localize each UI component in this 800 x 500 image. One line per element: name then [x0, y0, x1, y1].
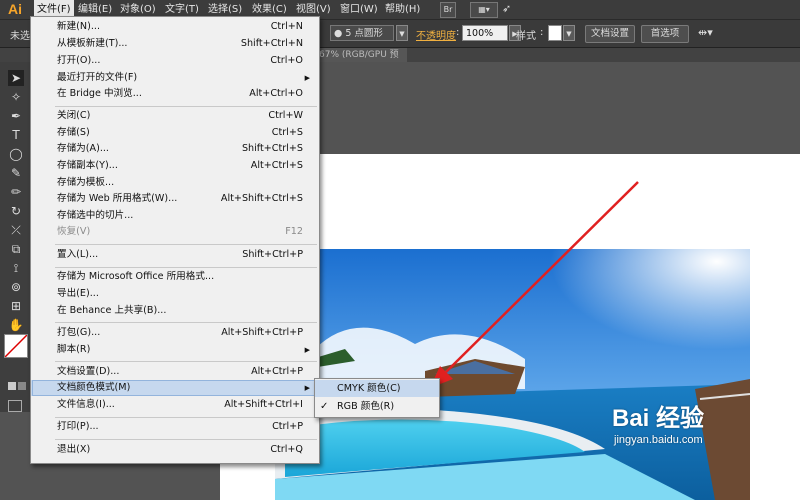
submenu-arrow-icon: ▶: [304, 384, 310, 392]
menu-item-document-color-mode[interactable]: 文档颜色模式(M) ▶: [31, 380, 319, 396]
submenu-item-label: RGB 颜色(R): [337, 401, 395, 412]
color-mode-submenu: CMYK 颜色(C) ✓ RGB 颜色(R): [314, 378, 440, 418]
menu-item-save-template[interactable]: 存储为模板...: [31, 175, 319, 191]
menu-item-label: 打印(P)...: [57, 421, 99, 432]
menu-item-label: 存储副本(Y)...: [57, 160, 118, 171]
menu-item-shortcut: Ctrl+Q: [270, 444, 303, 455]
menu-item-label: 文件信息(I)...: [57, 399, 115, 410]
submenu-arrow-icon: ▶: [304, 74, 310, 82]
submenu-arrow-icon: ▶: [304, 346, 310, 354]
menu-item-shortcut: Alt+Ctrl+P: [251, 366, 303, 377]
menu-item-export[interactable]: 导出(E)...: [31, 286, 319, 302]
menu-item-save-for-web[interactable]: 存储为 Web 所用格式(W)... Alt+Shift+Ctrl+S: [31, 191, 319, 207]
menu-item-shortcut: Ctrl+S: [271, 127, 303, 138]
menu-item-label: 文档颜色模式(M): [57, 382, 131, 393]
menu-item-share-behance[interactable]: 在 Behance 上共享(B)...: [31, 303, 319, 319]
menu-item-document-setup[interactable]: 文档设置(D)... Alt+Ctrl+P: [31, 364, 319, 380]
menu-separator: [55, 244, 317, 245]
menu-item-label: 置入(L)...: [57, 249, 99, 260]
menu-item-save[interactable]: 存储(S) Ctrl+S: [31, 125, 319, 141]
submenu-item-cmyk[interactable]: CMYK 颜色(C): [315, 380, 439, 397]
menu-item-label: 存储为 Microsoft Office 所用格式...: [57, 271, 215, 282]
menu-separator: [55, 267, 317, 268]
menu-item-shortcut: Ctrl+N: [270, 21, 303, 32]
menu-item-label: 脚本(R): [57, 344, 91, 355]
menu-item-label: 在 Behance 上共享(B)...: [57, 305, 167, 316]
menu-item-label: 打包(G)...: [57, 327, 101, 338]
menu-item-shortcut: Alt+Ctrl+O: [249, 88, 303, 99]
menu-item-label: 新建(N)...: [57, 21, 100, 32]
menu-item-shortcut: Shift+Ctrl+S: [241, 143, 303, 154]
submenu-item-label: CMYK 颜色(C): [337, 383, 401, 394]
menu-item-save-office[interactable]: 存储为 Microsoft Office 所用格式...: [31, 269, 319, 285]
submenu-item-rgb[interactable]: ✓ RGB 颜色(R): [315, 398, 439, 415]
menu-item-label: 存储为模板...: [57, 177, 115, 188]
menu-item-label: 从模板新建(T)...: [57, 38, 128, 49]
menu-item-shortcut: Shift+Ctrl+P: [242, 249, 303, 260]
watermark-brand: Bai 经验: [612, 405, 705, 432]
menu-item-shortcut: Alt+Shift+Ctrl+P: [221, 327, 303, 338]
file-menu: 新建(N)... Ctrl+N 从模板新建(T)... Shift+Ctrl+N 打…: [30, 16, 320, 464]
menu-item-label: 最近打开的文件(F): [57, 72, 138, 83]
menu-item-label: 存储选中的切片...: [57, 210, 134, 221]
menu-item-label: 打开(O)...: [57, 55, 101, 66]
menu-item-save-copy[interactable]: 存储副本(Y)... Alt+Ctrl+S: [31, 158, 319, 174]
menu-item-revert: 恢复(V) F12: [31, 224, 319, 240]
menu-item-save-slices[interactable]: 存储选中的切片...: [31, 208, 319, 224]
menu-item-label: 存储为(A)...: [57, 143, 109, 154]
menu-item-label: 存储为 Web 所用格式(W)...: [57, 193, 178, 204]
menu-item-shortcut: F12: [285, 226, 303, 237]
menu-item-open[interactable]: 打开(O)... Ctrl+O: [31, 53, 319, 69]
menu-item-label: 退出(X): [57, 444, 91, 455]
menu-item-label: 文档设置(D)...: [57, 366, 120, 377]
menu-item-print[interactable]: 打印(P)... Ctrl+P: [31, 419, 319, 435]
menu-item-new[interactable]: 新建(N)... Ctrl+N: [31, 19, 319, 35]
menu-item-label: 在 Bridge 中浏览...: [57, 88, 142, 99]
menu-item-place[interactable]: 置入(L)... Shift+Ctrl+P: [31, 247, 319, 263]
checkmark-icon: ✓: [320, 401, 329, 412]
menu-item-shortcut: Ctrl+W: [268, 110, 303, 121]
menu-item-scripts[interactable]: 脚本(R) ▶: [31, 342, 319, 358]
menu-item-shortcut: Shift+Ctrl+N: [240, 38, 303, 49]
menu-item-shortcut: Alt+Shift+Ctrl+S: [220, 193, 303, 204]
menu-item-shortcut: Ctrl+O: [270, 55, 303, 66]
menu-item-new-from-template[interactable]: 从模板新建(T)... Shift+Ctrl+N: [31, 36, 319, 52]
menu-separator: [55, 417, 317, 418]
menu-item-package[interactable]: 打包(G)... Alt+Shift+Ctrl+P: [31, 325, 319, 341]
menu-separator: [55, 439, 317, 440]
menu-item-browse-bridge[interactable]: 在 Bridge 中浏览... Alt+Ctrl+O: [31, 86, 319, 102]
menu-item-exit[interactable]: 退出(X) Ctrl+Q: [31, 442, 319, 458]
menu-separator: [55, 322, 317, 323]
menu-item-shortcut: Alt+Shift+Ctrl+I: [224, 399, 303, 410]
menu-item-label: 恢复(V): [57, 226, 91, 237]
menu-item-close[interactable]: 关闭(C) Ctrl+W: [31, 108, 319, 124]
menu-item-shortcut: Alt+Ctrl+S: [250, 160, 303, 171]
menu-item-save-as[interactable]: 存储为(A)... Shift+Ctrl+S: [31, 141, 319, 157]
menu-item-file-info[interactable]: 文件信息(I)... Alt+Shift+Ctrl+I: [31, 397, 319, 413]
menu-item-label: 关闭(C): [57, 110, 91, 121]
menu-item-shortcut: Ctrl+P: [272, 421, 303, 432]
menu-separator: [55, 361, 317, 362]
menu-item-recent-files[interactable]: 最近打开的文件(F) ▶: [31, 70, 319, 86]
menu-separator: [55, 106, 317, 107]
menu-item-label: 导出(E)...: [57, 288, 99, 299]
menu-item-label: 存储(S): [57, 127, 90, 138]
watermark-url: jingyan.baidu.com: [614, 434, 703, 446]
